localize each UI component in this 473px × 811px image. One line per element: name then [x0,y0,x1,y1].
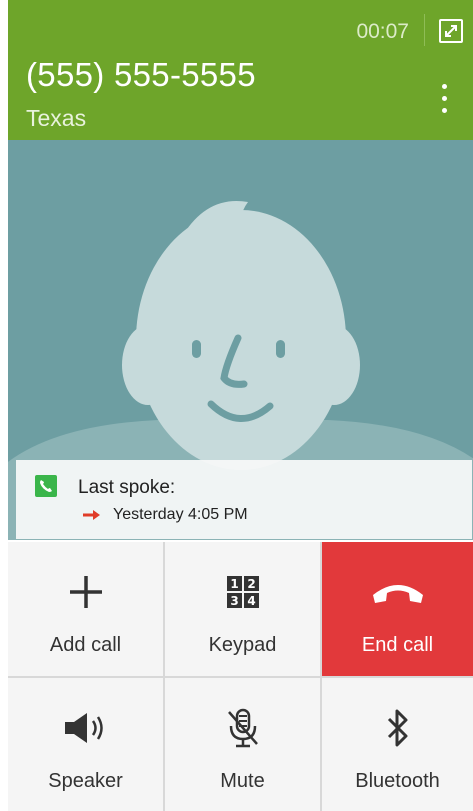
call-timer: 00:07 [356,20,409,43]
keypad-label: Keypad [208,634,277,656]
mute-label: Mute [220,770,265,792]
end-call-button[interactable]: End call [322,542,473,676]
bluetooth-button[interactable]: Bluetooth [322,678,473,811]
add-call-button[interactable]: Add call [8,542,163,676]
last-spoke-card[interactable]: Last spoke: Yesterday 4:05 PM [16,460,472,539]
phone-icon [35,475,57,497]
speaker-icon [63,708,109,748]
last-spoke-title: Last spoke: [78,477,176,498]
last-spoke-time: Yesterday 4:05 PM [113,506,248,523]
header-divider [424,14,425,46]
outgoing-call-arrow-icon [82,508,102,520]
mute-button[interactable]: Mute [165,678,320,811]
speaker-label: Speaker [48,770,123,792]
keypad-button[interactable]: 1 2 3 4 Keypad [165,542,320,676]
end-call-label: End call [361,634,434,656]
caller-phone-number: (555) 555-5555 [26,56,256,93]
bluetooth-icon [386,708,410,748]
call-actions-grid: Add call 1 2 3 4 Keypad End call Speaker… [8,542,473,811]
caller-location: Texas [26,105,87,131]
svg-text:1: 1 [230,577,238,591]
call-header: 00:07 (555) 555-5555 Texas [8,0,473,140]
svg-text:3: 3 [230,594,238,608]
mute-icon [225,708,261,748]
svg-text:2: 2 [247,577,255,591]
add-call-label: Add call [49,634,122,656]
more-options-icon[interactable] [439,84,449,124]
keypad-icon: 1 2 3 4 [226,572,259,612]
svg-text:4: 4 [247,594,255,608]
speaker-button[interactable]: Speaker [8,678,163,811]
minimize-icon[interactable] [439,19,463,43]
end-call-icon [370,572,426,612]
bluetooth-label: Bluetooth [355,770,440,792]
plus-icon [68,572,104,612]
